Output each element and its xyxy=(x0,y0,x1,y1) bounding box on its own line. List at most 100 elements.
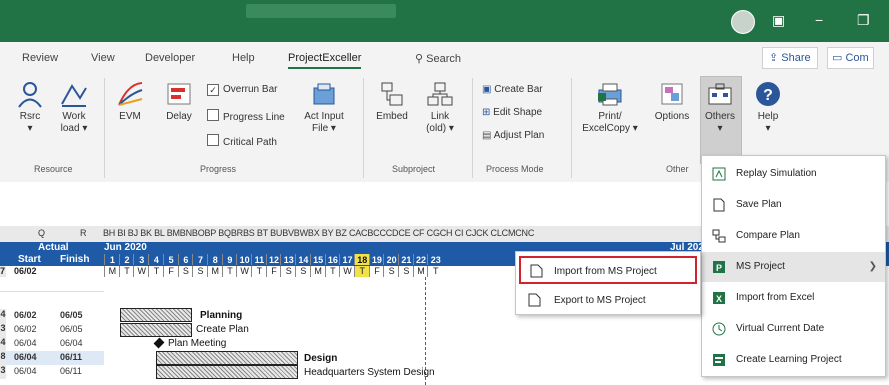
actual-header: Actual xyxy=(38,242,69,253)
finish-date: 06/05 xyxy=(60,324,83,334)
row-number: 4 xyxy=(0,309,6,323)
help-button[interactable]: ? Help ▾ xyxy=(752,80,784,135)
menu-label: Replay Simulation xyxy=(736,168,817,179)
others-button-content[interactable]: Others ▾ xyxy=(700,80,740,135)
weekday-letter: W xyxy=(236,266,252,277)
menu-label: Compare Plan xyxy=(736,230,800,241)
search-icon: ⚲ xyxy=(415,53,427,65)
critical-path-checkbox[interactable]: Critical Path xyxy=(207,134,277,148)
overrun-bar-checkbox[interactable]: ✓ Overrun Bar xyxy=(207,84,277,96)
gantt-bar-hq-design[interactable] xyxy=(156,365,298,379)
search-box[interactable]: ⚲ Search xyxy=(415,52,461,65)
task-label: Create Plan xyxy=(196,324,249,335)
link-old-button[interactable]: Link (old) ▾ xyxy=(420,80,460,135)
options-icon xyxy=(661,83,683,105)
milestone-marker[interactable] xyxy=(153,337,165,349)
weekday-letter: S xyxy=(383,266,399,277)
evm-button[interactable]: EVM xyxy=(114,80,146,123)
menu-item-export-to-ms-project[interactable]: Export to MS Project xyxy=(516,285,700,315)
day-number: 14 xyxy=(295,254,311,265)
menu-item-replay-simulation[interactable]: Replay Simulation xyxy=(702,159,885,189)
link-label: Link xyxy=(430,111,450,122)
ribbon-separator xyxy=(363,78,364,178)
menu-label: Create Learning Project xyxy=(736,354,842,365)
tab-help[interactable]: Help xyxy=(232,52,255,64)
menu-item-save-plan[interactable]: Save Plan xyxy=(702,190,885,220)
ms-project-submenu: Import from MS Project Export to MS Proj… xyxy=(515,251,701,315)
workload-icon xyxy=(61,84,87,107)
day-number: 20 xyxy=(383,254,399,265)
replay-icon xyxy=(712,167,726,181)
adjust-plan-button[interactable]: ▤ Adjust Plan xyxy=(482,130,544,141)
day-number: 7 xyxy=(192,254,208,265)
day-number: 2 xyxy=(118,254,135,265)
date-columns: 4 06/02 06/05 3 06/02 06/05 4 06/04 06/0… xyxy=(0,277,104,385)
weekday-letter: W xyxy=(339,266,355,277)
weekday-letter: F xyxy=(368,266,385,277)
day-number: 16 xyxy=(324,254,341,265)
ribbon-display-icon[interactable]: ▣ xyxy=(772,12,785,28)
comments-label: Com xyxy=(845,52,869,64)
row-number: 3 xyxy=(0,365,6,379)
act-input-file-button[interactable]: Act Input File ▾ xyxy=(302,80,346,135)
weekday-letter: S xyxy=(177,266,194,277)
ribbon-separator xyxy=(571,78,572,178)
create-bar-button[interactable]: ▣ Create Bar xyxy=(482,84,543,95)
progress-line-checkbox[interactable]: Progress Line xyxy=(207,109,285,123)
share-label: Share xyxy=(781,52,811,64)
day-number: 8 xyxy=(206,254,223,265)
day-number: 4 xyxy=(148,254,164,265)
day-number: 3 xyxy=(133,254,149,265)
gantt-bar-planning[interactable] xyxy=(120,308,192,322)
tab-projectexceller[interactable]: ProjectExceller xyxy=(288,52,362,69)
menu-item-import-from-excel[interactable]: X Import from Excel xyxy=(702,283,885,313)
evm-label: EVM xyxy=(119,111,141,122)
menu-item-create-learning-project[interactable]: Create Learning Project xyxy=(702,345,885,375)
tab-review[interactable]: Review xyxy=(22,52,58,64)
tab-view[interactable]: View xyxy=(91,52,115,64)
finish-date: 06/05 xyxy=(60,310,83,320)
task-label: Plan Meeting xyxy=(168,338,227,349)
start-date: 06/04 xyxy=(14,352,37,362)
day-number: 9 xyxy=(221,254,238,265)
menu-item-import-from-ms-project[interactable]: Import from MS Project xyxy=(519,256,697,284)
edit-shape-button[interactable]: ⊞ Edit Shape xyxy=(482,107,542,118)
column-r[interactable]: R xyxy=(80,228,87,238)
weekday-letter: T xyxy=(148,266,164,277)
day-number: 10 xyxy=(236,254,252,265)
comment-icon: ▭ xyxy=(832,52,846,64)
delay-button[interactable]: Delay xyxy=(162,80,196,123)
svg-text:X: X xyxy=(716,294,722,304)
rsrc-button[interactable]: Rsrc ▾ xyxy=(14,80,46,135)
others-menu: Replay Simulation Save Plan Compare Plan… xyxy=(701,155,886,377)
work-load-button[interactable]: Work load ▾ xyxy=(56,80,92,135)
row-number: 4 xyxy=(0,337,6,351)
column-q[interactable]: Q xyxy=(38,228,45,238)
task-label: Headquarters System Design xyxy=(304,367,435,378)
print-excelcopy-button[interactable]: Print/ExcelCopy ▾ xyxy=(582,80,638,135)
gantt-bar-design[interactable] xyxy=(156,351,298,365)
embed-button[interactable]: Embed xyxy=(372,80,412,123)
day-number: 15 xyxy=(309,254,326,265)
weekday-letter: S xyxy=(398,266,414,277)
menu-item-virtual-current-date[interactable]: Virtual Current Date xyxy=(702,314,885,344)
tab-developer[interactable]: Developer xyxy=(145,52,195,64)
restore-icon[interactable]: ❐ xyxy=(857,12,870,28)
dropdown-arrow-icon: ▾ xyxy=(717,123,723,134)
options-button[interactable]: Options xyxy=(652,80,692,123)
share-button[interactable]: ⇪ Share xyxy=(762,47,818,69)
first-start-date: 06/02 xyxy=(14,266,37,276)
finish-header: Finish xyxy=(60,254,90,265)
menu-label: Import from Excel xyxy=(736,292,815,303)
gantt-bar-create-plan[interactable] xyxy=(120,323,192,337)
menu-item-ms-project[interactable]: P MS Project ❯ xyxy=(702,252,885,282)
excelcopy-label: ExcelCopy xyxy=(582,123,630,134)
export-icon xyxy=(528,293,541,307)
menu-item-compare-plan[interactable]: Compare Plan xyxy=(702,221,885,251)
minimize-icon[interactable]: − xyxy=(815,12,823,28)
comments-button[interactable]: ▭ Com xyxy=(827,47,874,69)
dropdown-arrow-icon: ▾ xyxy=(630,123,638,134)
user-avatar[interactable] xyxy=(731,10,755,34)
day-number: 17 xyxy=(339,254,355,265)
dropdown-arrow-icon: ▾ xyxy=(765,123,771,134)
